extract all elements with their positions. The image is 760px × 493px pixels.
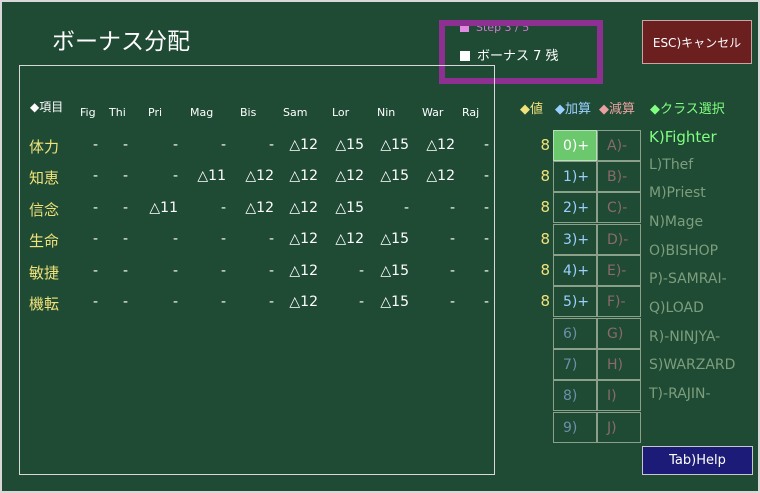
class-header: Nin — [377, 106, 396, 119]
subtract-point-button[interactable]: A)- — [597, 130, 641, 161]
subtract-point-button[interactable]: J) — [597, 412, 641, 443]
class-header: Raj — [462, 106, 480, 119]
legend-add: ◆加算 — [555, 102, 591, 117]
class-header: War — [422, 106, 444, 119]
legend-sub: ◆減算 — [599, 102, 635, 117]
class-option[interactable]: N)Mage — [649, 214, 703, 230]
game-screen: ボーナス分配 Step 3 / 5 ボーナス 7 残 ESC)キャンセル ◆項目… — [0, 0, 760, 493]
class-option[interactable]: M)Priest — [649, 185, 706, 201]
class-header: Pri — [148, 106, 163, 119]
class-option[interactable]: Q)LOAD — [649, 300, 704, 316]
stat-value: 8 — [540, 230, 550, 248]
requirement-cell: - — [483, 168, 489, 184]
requirement-cell: - — [483, 263, 489, 279]
class-option[interactable]: K)Fighter — [649, 128, 717, 146]
legend-value: ◆値 — [520, 102, 543, 117]
subtract-point-button[interactable]: C)- — [597, 192, 641, 223]
add-point-button[interactable]: 6) — [553, 318, 597, 349]
add-point-button[interactable]: 2)+ — [553, 192, 597, 223]
class-option[interactable]: T)-RAJIN- — [649, 386, 711, 402]
requirement-cell: - — [483, 294, 489, 310]
add-point-button[interactable]: 4)+ — [553, 255, 597, 286]
class-option[interactable]: S)WARZARD — [649, 357, 735, 373]
subtract-point-button[interactable]: D)- — [597, 224, 641, 255]
class-option[interactable]: R)-NINJYA- — [649, 329, 720, 345]
class-option[interactable]: L)Thef — [649, 157, 693, 173]
legend-class-select: ◆クラス選択 — [650, 102, 725, 117]
requirement-cell: - — [483, 200, 489, 216]
class-option[interactable]: O)BISHOP — [649, 243, 718, 259]
add-point-button[interactable]: 9) — [553, 412, 597, 443]
class-header: Sam — [283, 106, 308, 119]
stat-value: 8 — [540, 261, 550, 279]
subtract-point-button[interactable]: F)- — [597, 286, 641, 317]
add-point-button[interactable]: 3)+ — [553, 224, 597, 255]
help-button[interactable]: Tab)Help — [642, 446, 753, 475]
stat-value: 8 — [540, 292, 550, 310]
subtract-point-button[interactable]: E)- — [597, 255, 641, 286]
class-option[interactable]: P)-SAMRAI- — [649, 271, 727, 287]
requirement-cell: - — [483, 231, 489, 247]
class-header: Thi — [109, 106, 126, 119]
add-point-button[interactable]: 5)+ — [553, 286, 597, 317]
add-point-button[interactable]: 1)+ — [553, 161, 597, 192]
add-point-button[interactable]: 8) — [553, 380, 597, 411]
subtract-point-button[interactable]: H) — [597, 349, 641, 380]
class-header: Bis — [240, 106, 257, 119]
stat-value: 8 — [540, 136, 550, 154]
cancel-button[interactable]: ESC)キャンセル — [642, 20, 752, 64]
stat-value: 8 — [540, 198, 550, 216]
class-header: Mag — [190, 106, 214, 119]
add-point-button[interactable]: 7) — [553, 349, 597, 380]
page-title: ボーナス分配 — [52, 29, 190, 55]
subtract-point-button[interactable]: B)- — [597, 161, 641, 192]
add-point-button[interactable]: 0)+ — [553, 130, 597, 161]
requirement-cell: - — [483, 137, 489, 153]
class-header: Fig — [80, 106, 96, 119]
subtract-point-button[interactable]: I) — [597, 380, 641, 411]
class-header: Lor — [332, 106, 350, 119]
stat-value: 8 — [540, 167, 550, 185]
subtract-point-button[interactable]: G) — [597, 318, 641, 349]
item-header: ◆項目 — [30, 100, 64, 114]
